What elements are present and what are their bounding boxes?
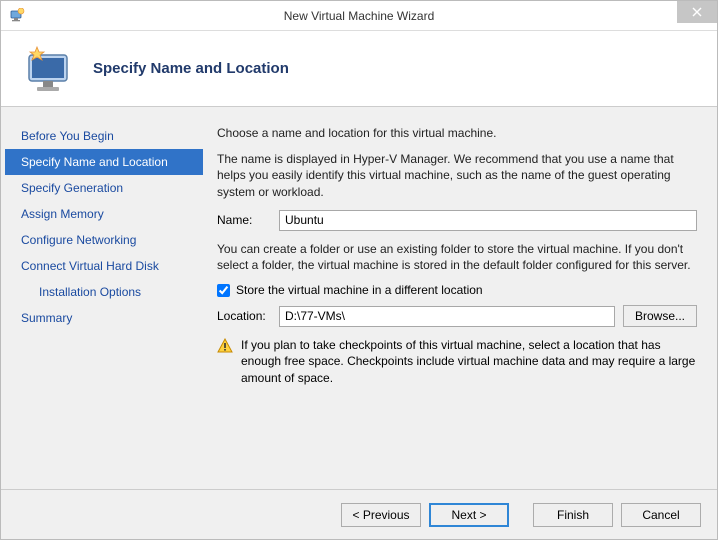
wizard-header: Specify Name and Location <box>1 31 717 107</box>
location-input[interactable] <box>279 306 615 327</box>
name-label: Name: <box>217 213 271 227</box>
sidebar-step-6[interactable]: Installation Options <box>5 279 203 305</box>
wizard-body: Before You BeginSpecify Name and Locatio… <box>1 107 717 489</box>
wizard-main-panel: Choose a name and location for this virt… <box>203 111 713 485</box>
app-icon <box>9 8 25 24</box>
sidebar-step-1[interactable]: Specify Name and Location <box>5 149 203 175</box>
finish-button[interactable]: Finish <box>533 503 613 527</box>
close-icon <box>692 5 702 20</box>
store-different-location-checkbox[interactable] <box>217 284 230 297</box>
previous-button[interactable]: < Previous <box>341 503 421 527</box>
warning-row: If you plan to take checkpoints of this … <box>217 337 697 386</box>
page-title: Specify Name and Location <box>93 60 289 77</box>
next-button[interactable]: Next > <box>429 503 509 527</box>
close-button[interactable] <box>677 1 717 23</box>
browse-button[interactable]: Browse... <box>623 305 697 327</box>
sidebar-step-5[interactable]: Connect Virtual Hard Disk <box>5 253 203 279</box>
titlebar: New Virtual Machine Wizard <box>1 1 717 31</box>
cancel-button[interactable]: Cancel <box>621 503 701 527</box>
folder-description-text: You can create a folder or use an existi… <box>217 241 697 273</box>
location-label: Location: <box>217 309 271 323</box>
description-text: The name is displayed in Hyper-V Manager… <box>217 151 697 200</box>
sidebar-step-7[interactable]: Summary <box>5 305 203 331</box>
store-different-location-label[interactable]: Store the virtual machine in a different… <box>236 283 483 297</box>
warning-text: If you plan to take checkpoints of this … <box>241 337 697 386</box>
name-input[interactable] <box>279 210 697 231</box>
store-different-location-row: Store the virtual machine in a different… <box>217 283 697 297</box>
wizard-window: New Virtual Machine Wizard Specify Name … <box>0 0 718 540</box>
sidebar-step-0[interactable]: Before You Begin <box>5 123 203 149</box>
name-row: Name: <box>217 210 697 231</box>
warning-icon <box>217 338 233 354</box>
location-row: Location: Browse... <box>217 305 697 327</box>
wizard-footer: < Previous Next > Finish Cancel <box>1 489 717 539</box>
sidebar-step-3[interactable]: Assign Memory <box>5 201 203 227</box>
wizard-steps-sidebar: Before You BeginSpecify Name and Locatio… <box>5 111 203 485</box>
sidebar-step-4[interactable]: Configure Networking <box>5 227 203 253</box>
window-title: New Virtual Machine Wizard <box>284 9 435 23</box>
sidebar-step-2[interactable]: Specify Generation <box>5 175 203 201</box>
intro-text: Choose a name and location for this virt… <box>217 125 697 141</box>
wizard-header-icon <box>15 41 79 97</box>
